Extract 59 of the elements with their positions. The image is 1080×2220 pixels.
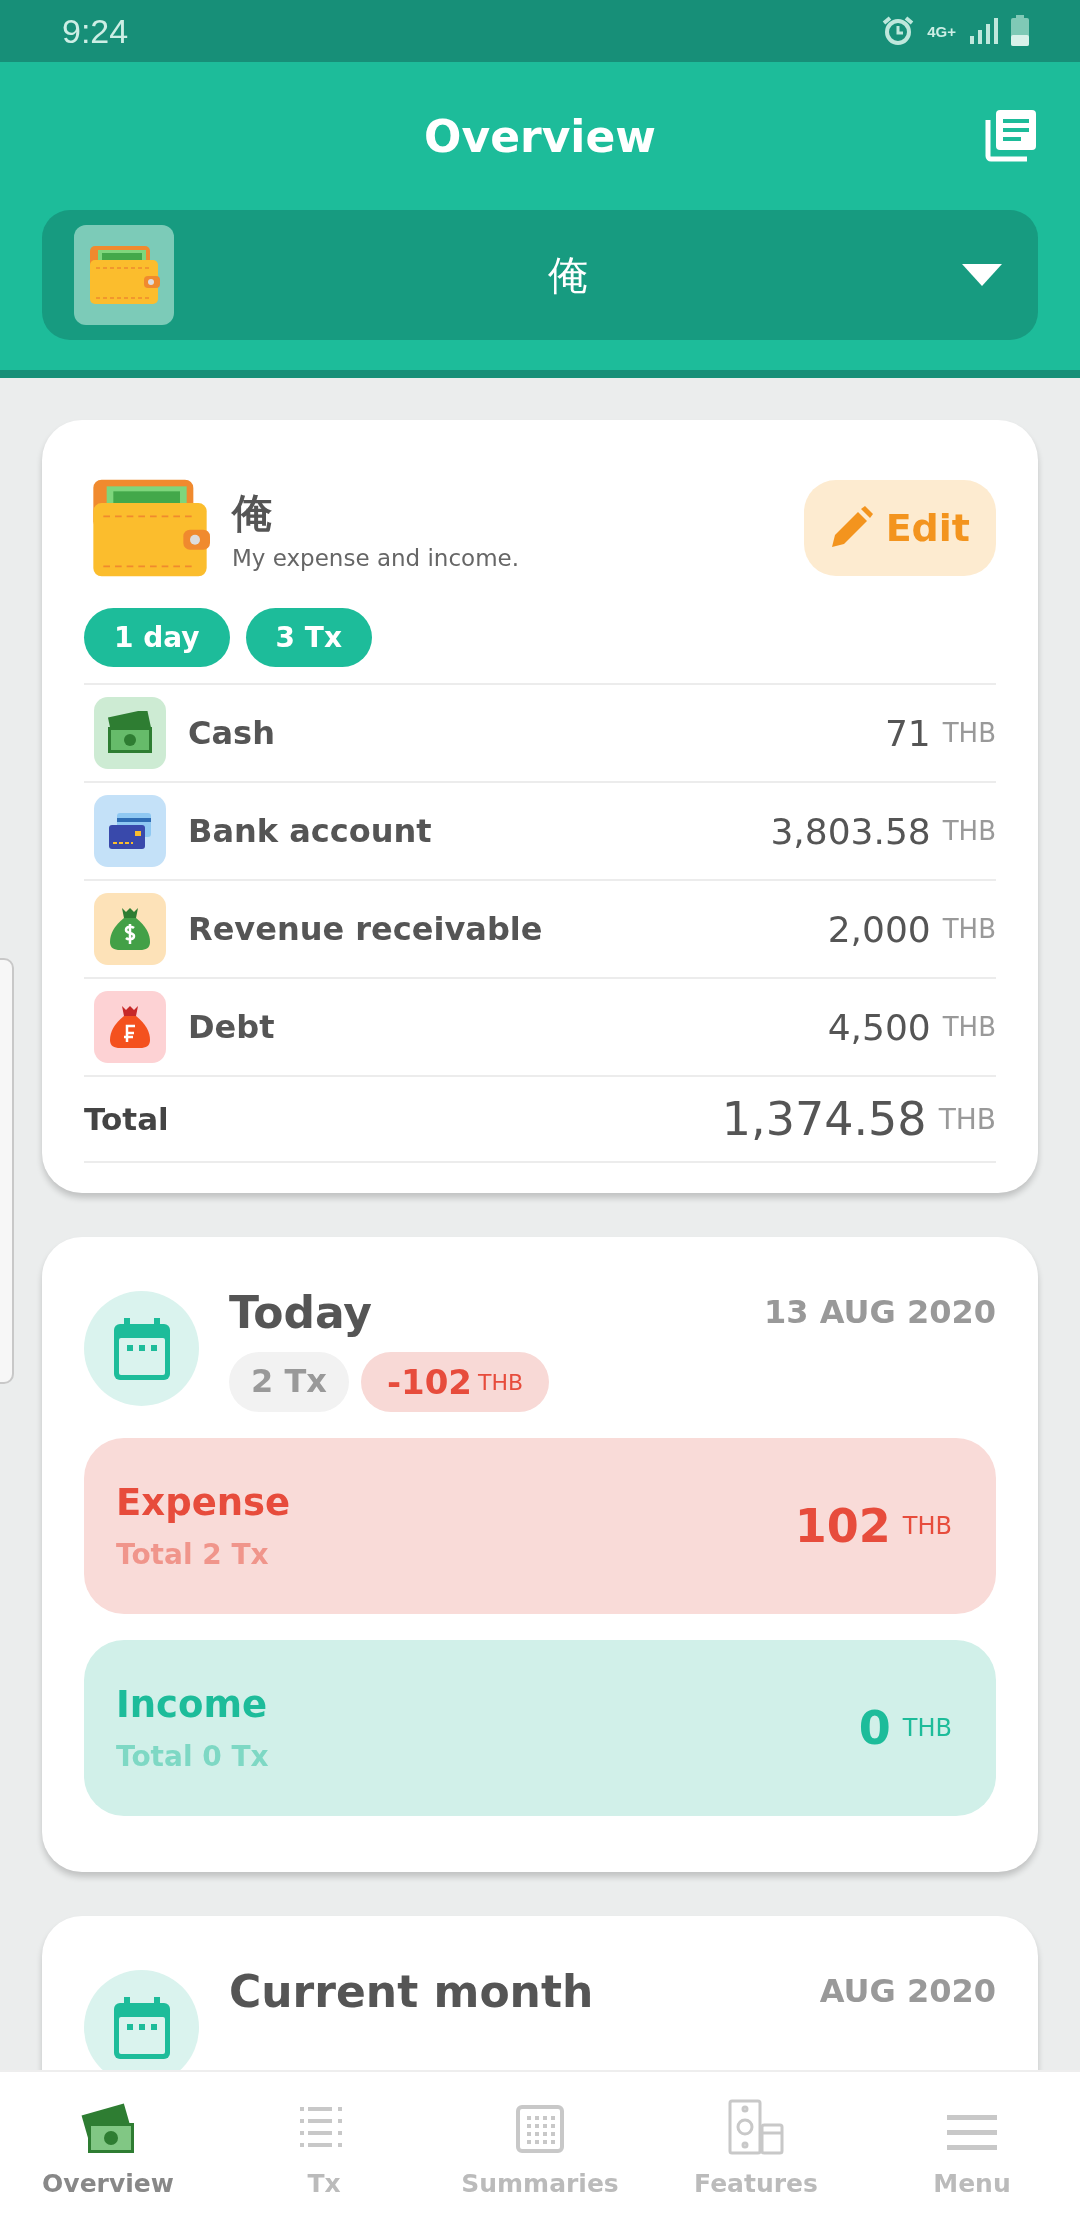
nav-tab[interactable]: Overview [0,2072,216,2220]
summary-count: Total 0 Tx [116,1740,270,1773]
edit-button[interactable]: Edit [803,480,996,576]
banknotes-icon [94,697,166,769]
edge-handle[interactable] [0,958,14,1384]
account-amount: 3,803.58 [770,810,931,852]
account-name: Bank account [188,812,433,850]
banknote-card-icon [728,2099,784,2155]
account-name: Revenue receivable [188,910,544,948]
nav-tab[interactable]: Tx [216,2072,432,2220]
summary-amount: 0 [858,1701,891,1755]
records-button[interactable] [984,108,1038,162]
summary-label: Expense [116,1481,292,1524]
stat-chip: 1 day [84,608,230,667]
screen-title: Overview [424,110,656,162]
account-amount: 4,500 [827,1006,931,1048]
summary-amount: 102 [794,1499,891,1553]
currency: THB [902,1512,952,1540]
nav-tab[interactable]: Features [648,2072,864,2220]
period-title: Current month [229,1966,595,2017]
signal-icon [968,16,998,46]
banknotes-icon [80,2103,136,2155]
period-title: Today [229,1287,373,1338]
currency: THB [942,718,996,748]
account-amount: 71 [884,712,931,754]
stat-chip: 3 Tx [245,608,372,667]
currency: THB [942,1012,996,1042]
tx-count-chip: 2 Tx [229,1352,349,1412]
expense-panel[interactable]: Expense Total 2 Tx 102 THB [84,1438,996,1614]
wallet-description: My expense and income. [232,544,521,571]
currency: THB [938,1102,996,1136]
summary-label: Income [116,1683,269,1726]
nav-tab[interactable]: Menu [864,2072,1080,2220]
currency: THB [902,1714,952,1742]
net-amount-chip: -102 THB [360,1352,550,1412]
dropdown-caret-icon [962,264,1002,286]
network-type: 4G+ [927,22,956,40]
currency: THB [942,914,996,944]
summary-count: Total 2 Tx [116,1538,270,1571]
credit-card-icon [94,795,166,867]
clock: 9:24 [62,11,129,51]
battery-icon [1010,15,1030,47]
nav-tab[interactable]: Summaries [432,2072,648,2220]
currency: THB [942,816,996,846]
money-bag-icon [94,893,166,965]
period-date: 13 AUG 2020 [764,1293,996,1331]
total-label: Total [84,1101,170,1137]
account-name: Cash [188,714,276,752]
wallet-selector[interactable]: 俺 [42,210,1038,340]
money-bag-icon [94,991,166,1063]
total-amount: 1,374.58 [721,1092,927,1146]
wallet-name: 俺 [232,488,273,538]
account-name: Debt [188,1008,276,1046]
wallet-icon [88,244,160,306]
income-panel[interactable]: Income Total 0 Tx 0 THB [84,1640,996,1816]
account-amount: 2,000 [827,908,931,950]
period-date: AUG 2020 [819,1972,996,2010]
alarm-icon [881,15,916,47]
grid-icon [516,2105,564,2155]
